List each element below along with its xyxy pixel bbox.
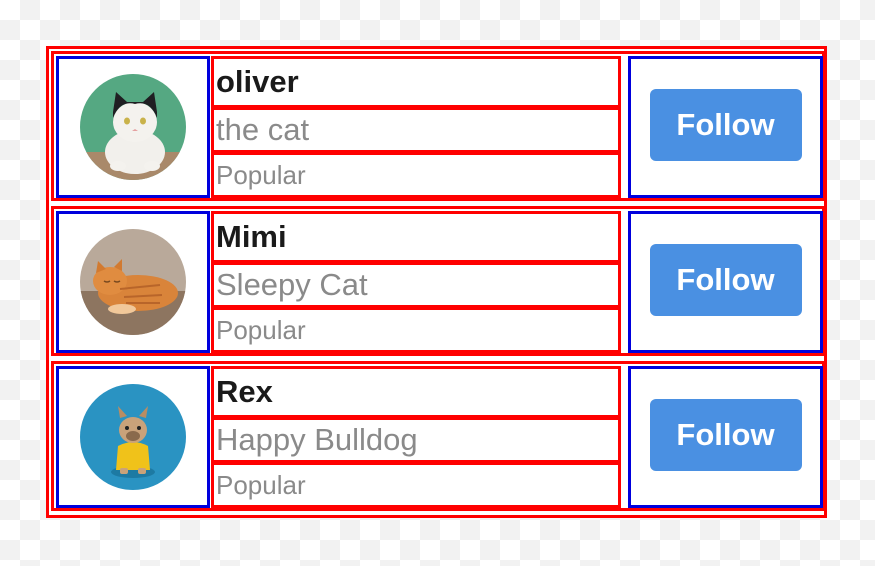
description-field: Sleepy Cat [211,262,621,308]
avatar [80,229,186,335]
avatar [80,74,186,180]
user-tag: Popular [216,314,306,345]
user-info: Mimi Sleepy Cat Popular [211,211,625,353]
user-tag: Popular [216,159,306,190]
name-field: Mimi [211,211,621,263]
user-info: Rex Happy Bulldog Popular [211,366,625,508]
name-field: Rex [211,366,621,418]
action-cell: Follow [628,211,823,353]
tag-field: Popular [211,152,621,198]
user-description: Sleepy Cat [216,267,368,302]
user-tag: Popular [216,469,306,500]
user-name: Rex [216,374,273,409]
user-description: Happy Bulldog [216,422,418,457]
list-item: oliver the cat Popular Follow [51,51,825,201]
avatar-cell [56,366,210,508]
user-name: Mimi [216,219,287,254]
follow-button[interactable]: Follow [649,399,802,471]
user-list: oliver the cat Popular Follow Mimi Sleep… [46,46,827,518]
action-cell: Follow [628,56,823,198]
user-name: oliver [216,64,299,99]
avatar-cell [56,56,210,198]
avatar-cell [56,211,210,353]
follow-button[interactable]: Follow [649,89,802,161]
tag-field: Popular [211,462,621,508]
list-item: Mimi Sleepy Cat Popular Follow [51,206,825,356]
tag-field: Popular [211,307,621,353]
description-field: Happy Bulldog [211,417,621,463]
name-field: oliver [211,56,621,108]
follow-button[interactable]: Follow [649,244,802,316]
user-info: oliver the cat Popular [211,56,625,198]
avatar [80,384,186,490]
action-cell: Follow [628,366,823,508]
user-description: the cat [216,112,310,147]
description-field: the cat [211,107,621,153]
list-item: Rex Happy Bulldog Popular Follow [51,361,825,511]
